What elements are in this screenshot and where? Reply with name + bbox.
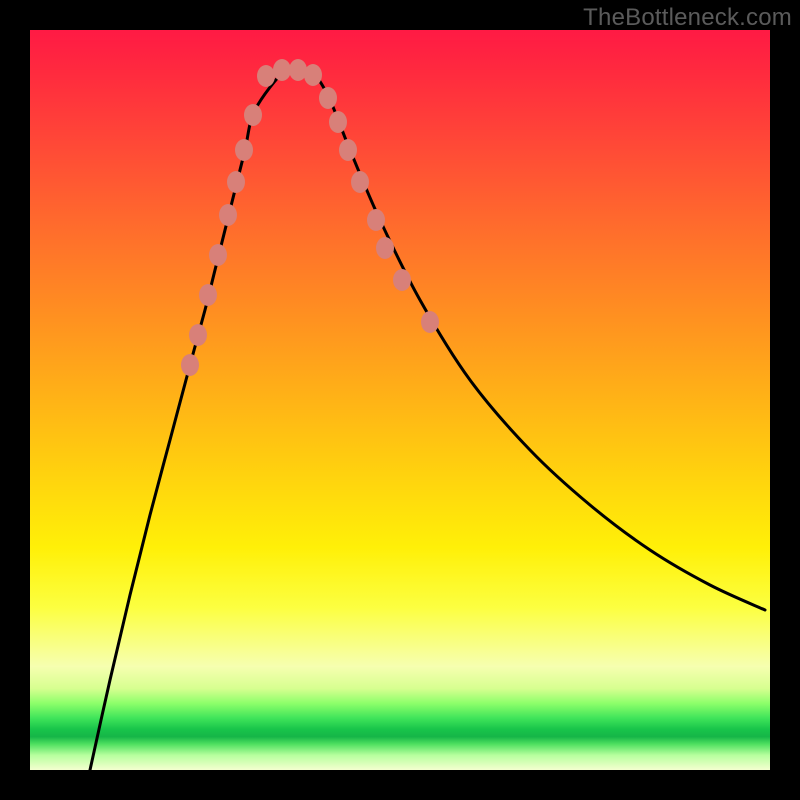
salmon-dot — [219, 204, 237, 226]
salmon-dot — [235, 139, 253, 161]
salmon-dot — [367, 209, 385, 231]
salmon-dot — [257, 65, 275, 87]
salmon-dot — [181, 354, 199, 376]
salmon-dot — [189, 324, 207, 346]
salmon-dot — [319, 87, 337, 109]
salmon-dot — [421, 311, 439, 333]
salmon-dot — [351, 171, 369, 193]
salmon-dot — [329, 111, 347, 133]
v-curve — [90, 66, 765, 770]
salmon-dot — [209, 244, 227, 266]
watermark-text: TheBottleneck.com — [583, 4, 792, 32]
salmon-dot — [227, 171, 245, 193]
plot-area — [30, 30, 770, 770]
chart-svg — [30, 30, 770, 770]
salmon-dot — [339, 139, 357, 161]
salmon-dots-group — [181, 59, 439, 376]
salmon-dot — [376, 237, 394, 259]
salmon-dot — [273, 59, 291, 81]
salmon-dot — [199, 284, 217, 306]
salmon-dot — [244, 104, 262, 126]
salmon-dot — [304, 64, 322, 86]
salmon-dot — [393, 269, 411, 291]
chart-stage: TheBottleneck.com — [0, 0, 800, 800]
